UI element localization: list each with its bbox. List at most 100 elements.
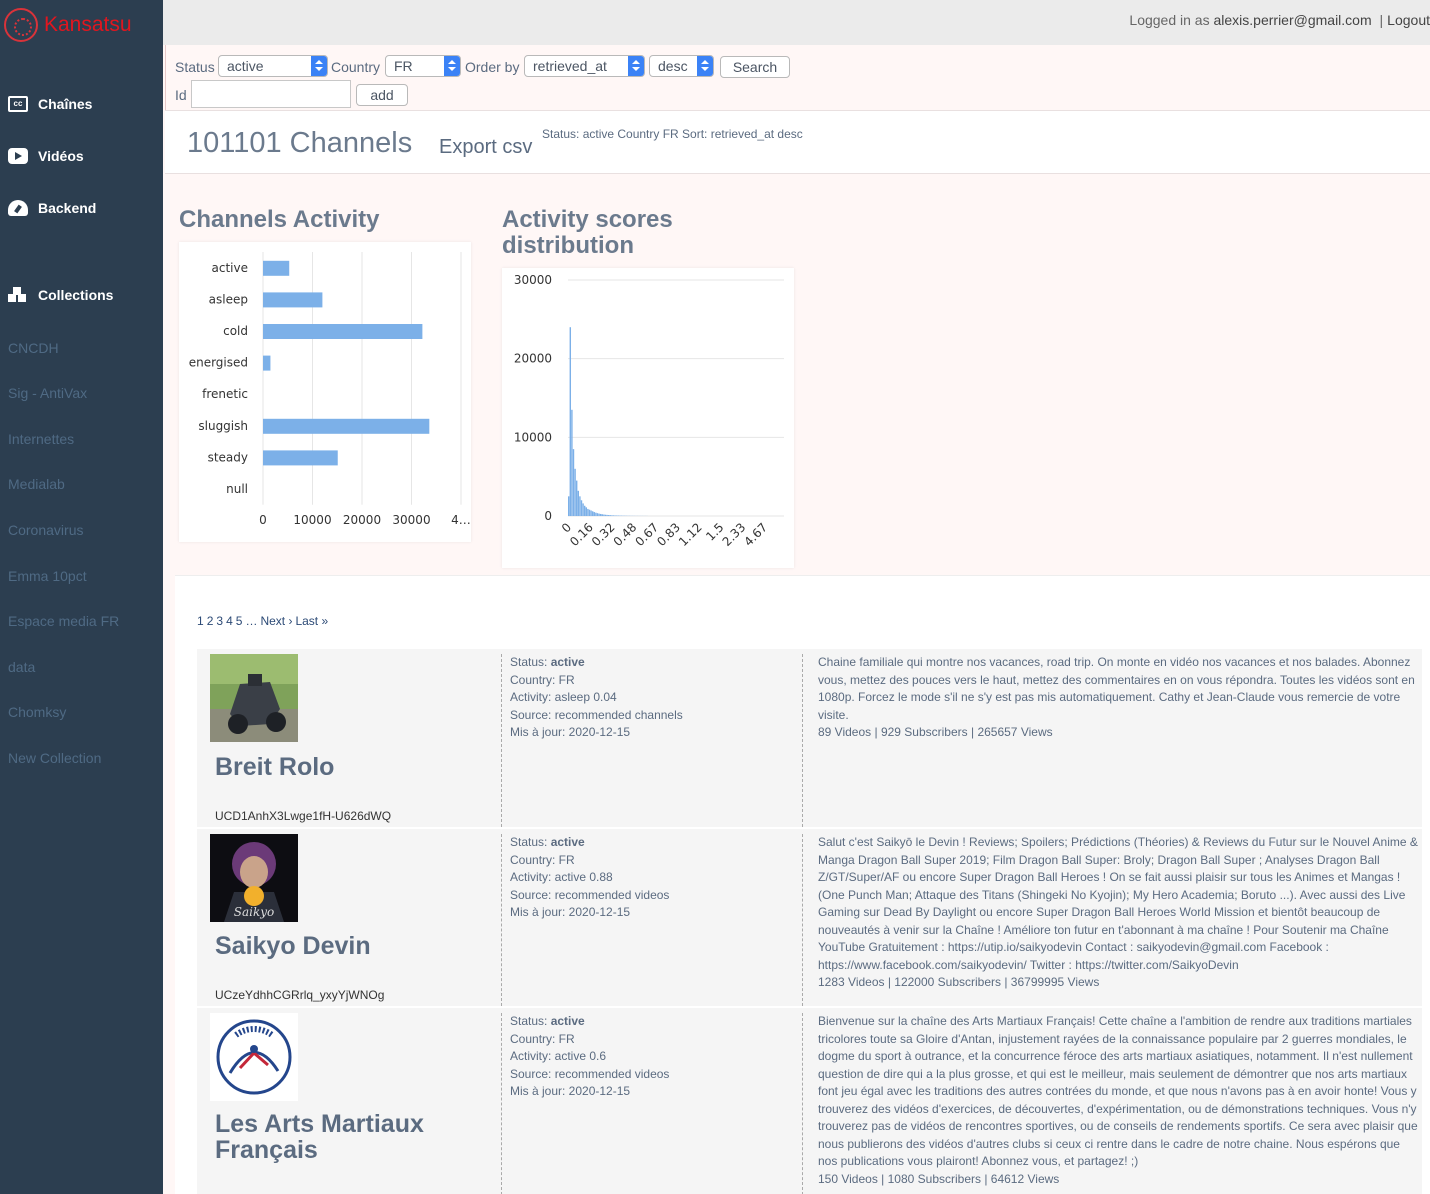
collection-item-sig-antivax[interactable]: Sig - AntiVax xyxy=(8,385,87,401)
category-label: steady xyxy=(208,450,248,464)
bar xyxy=(263,355,271,371)
bar xyxy=(263,450,338,466)
page-link-2[interactable]: 2 xyxy=(207,614,214,628)
bar xyxy=(263,292,323,308)
bar xyxy=(263,418,430,434)
channel-description: Chaine familiale qui montre nos vacances… xyxy=(802,654,1420,827)
description-text: Bienvenue sur la chaîne des Arts Martiau… xyxy=(818,1014,1418,1168)
collection-item-internettes[interactable]: Internettes xyxy=(8,431,74,447)
meta-source: Source: recommended channels xyxy=(510,707,683,722)
page-link-3[interactable]: 3 xyxy=(216,614,223,628)
channel-meta: Status: active Country: FR Activity: act… xyxy=(501,834,801,1006)
sidebar-item-chaines[interactable]: cc Chaînes xyxy=(8,96,92,112)
bar xyxy=(606,514,608,516)
channel-row: Breit Rolo UCD1AnhX3Lwge1fH-U626dWQ Stat… xyxy=(197,649,1422,827)
country-select-value: FR xyxy=(394,58,413,74)
channel-title[interactable]: Breit Rolo xyxy=(215,754,334,780)
collection-item-cncdh[interactable]: CNCDH xyxy=(8,340,59,356)
x-tick-label: 1.12 xyxy=(676,520,705,549)
bar xyxy=(576,480,578,516)
x-tick-label: 2.33 xyxy=(720,520,749,549)
category-label: active xyxy=(212,261,248,275)
login-status: Logged in as alexis.perrier@gmail.com | L… xyxy=(1129,12,1430,28)
collection-item-coronavirus[interactable]: Coronavirus xyxy=(8,522,83,538)
sidebar-item-label: Collections xyxy=(38,287,114,303)
x-tick-label: 0.67 xyxy=(632,520,661,549)
channel-description: Bienvenue sur la chaîne des Arts Martiau… xyxy=(802,1013,1420,1194)
meta-status-value: active xyxy=(550,1014,585,1028)
channel-title[interactable]: Les Arts Martiaux Français xyxy=(215,1111,445,1163)
user-email-link[interactable]: alexis.perrier@gmail.com xyxy=(1213,12,1371,28)
category-label: null xyxy=(226,482,248,496)
channel-stats: 1283 Videos | 122000 Subscribers | 36799… xyxy=(818,975,1100,989)
page-ellipsis: … xyxy=(245,614,258,628)
collection-item-medialab[interactable]: Medialab xyxy=(8,476,65,492)
channel-title[interactable]: Saikyo Devin xyxy=(215,933,371,959)
meta-country: Country: FR xyxy=(510,1031,575,1046)
export-csv-link[interactable]: Export csv xyxy=(439,136,532,159)
order-direction-select[interactable]: desc xyxy=(649,55,714,77)
sidebar-item-label: Chaînes xyxy=(38,96,93,112)
sidebar-item-label: Vidéos xyxy=(38,148,84,164)
status-select-value: active xyxy=(227,58,264,74)
x-tick-label: 0.16 xyxy=(567,520,596,549)
id-input[interactable] xyxy=(191,80,351,108)
results-header: 101101 Channels Export csv Status: activ… xyxy=(165,110,1430,174)
collection-item-new-collection[interactable]: New Collection xyxy=(8,750,101,766)
cubes-icon xyxy=(8,287,28,303)
description-text: Salut c'est Saikyō le Devin ! Reviews; S… xyxy=(818,835,1418,972)
logout-link[interactable]: Logout xyxy=(1387,12,1430,28)
collection-item-emma-10pct[interactable]: Emma 10pct xyxy=(8,568,87,584)
collection-item-data[interactable]: data xyxy=(8,659,35,675)
bar xyxy=(572,449,575,516)
channel-thumbnail-anime[interactable]: Saikyo xyxy=(210,834,298,922)
meta-status-label: Status: xyxy=(510,1014,548,1028)
add-button[interactable]: add xyxy=(356,84,408,106)
next-page-link[interactable]: Next › xyxy=(260,614,292,628)
bar xyxy=(601,514,603,516)
meta-status-value: active xyxy=(550,655,585,669)
svg-text:Saikyo: Saikyo xyxy=(234,905,275,919)
channel-thumbnail-martial-arts[interactable] xyxy=(210,1013,298,1101)
meta-status: Status: active xyxy=(510,1013,801,1031)
select-arrows-icon xyxy=(444,56,460,76)
bar xyxy=(612,515,615,516)
sidebar-item-backend[interactable]: Backend xyxy=(8,200,96,216)
brand-name: Kansatsu xyxy=(44,13,132,36)
sidebar-item-collections[interactable]: Collections xyxy=(8,287,113,303)
search-button[interactable]: Search xyxy=(720,56,790,78)
meta-country: Country: FR xyxy=(510,852,575,867)
y-tick-label: 20000 xyxy=(514,352,552,366)
meta-activity: Activity: active 0.88 xyxy=(510,870,613,884)
x-tick-label: 0.83 xyxy=(654,520,683,549)
country-select[interactable]: FR xyxy=(385,55,461,77)
login-prefix: Logged in as xyxy=(1129,12,1210,28)
sidebar-item-videos[interactable]: Vidéos xyxy=(8,148,84,164)
y-tick-label: 10000 xyxy=(514,430,552,444)
brand[interactable]: Kansatsu xyxy=(4,8,132,42)
collection-item-espace-media-fr[interactable]: Espace media FR xyxy=(8,613,119,629)
bar xyxy=(603,514,605,516)
channel-description: Salut c'est Saikyō le Devin ! Reviews; S… xyxy=(802,834,1420,1006)
order-direction-select-value: desc xyxy=(658,58,688,74)
last-page-link[interactable]: Last » xyxy=(295,614,328,628)
select-arrows-icon xyxy=(697,56,713,76)
page-link-4[interactable]: 4 xyxy=(226,614,233,628)
sidebar-item-label: Backend xyxy=(38,200,97,216)
meta-activity: Activity: active 0.6 xyxy=(510,1049,607,1063)
meta-status-label: Status: xyxy=(510,655,548,669)
status-select[interactable]: active xyxy=(218,55,328,77)
bar xyxy=(588,509,591,516)
dashboard-icon xyxy=(8,200,28,216)
bar xyxy=(596,513,599,516)
meta-activity: Activity: asleep 0.04 xyxy=(510,690,617,704)
category-label: frenetic xyxy=(202,387,248,401)
order-by-select[interactable]: retrieved_at xyxy=(524,55,645,77)
meta-status-value: active xyxy=(550,835,585,849)
bar xyxy=(584,505,586,516)
bar xyxy=(577,490,579,516)
channel-thumbnail-motorcycle[interactable] xyxy=(210,654,298,742)
page-link-1[interactable]: 1 xyxy=(197,614,204,628)
page-link-5[interactable]: 5 xyxy=(236,614,243,628)
collection-item-chomksy[interactable]: Chomksy xyxy=(8,704,66,720)
